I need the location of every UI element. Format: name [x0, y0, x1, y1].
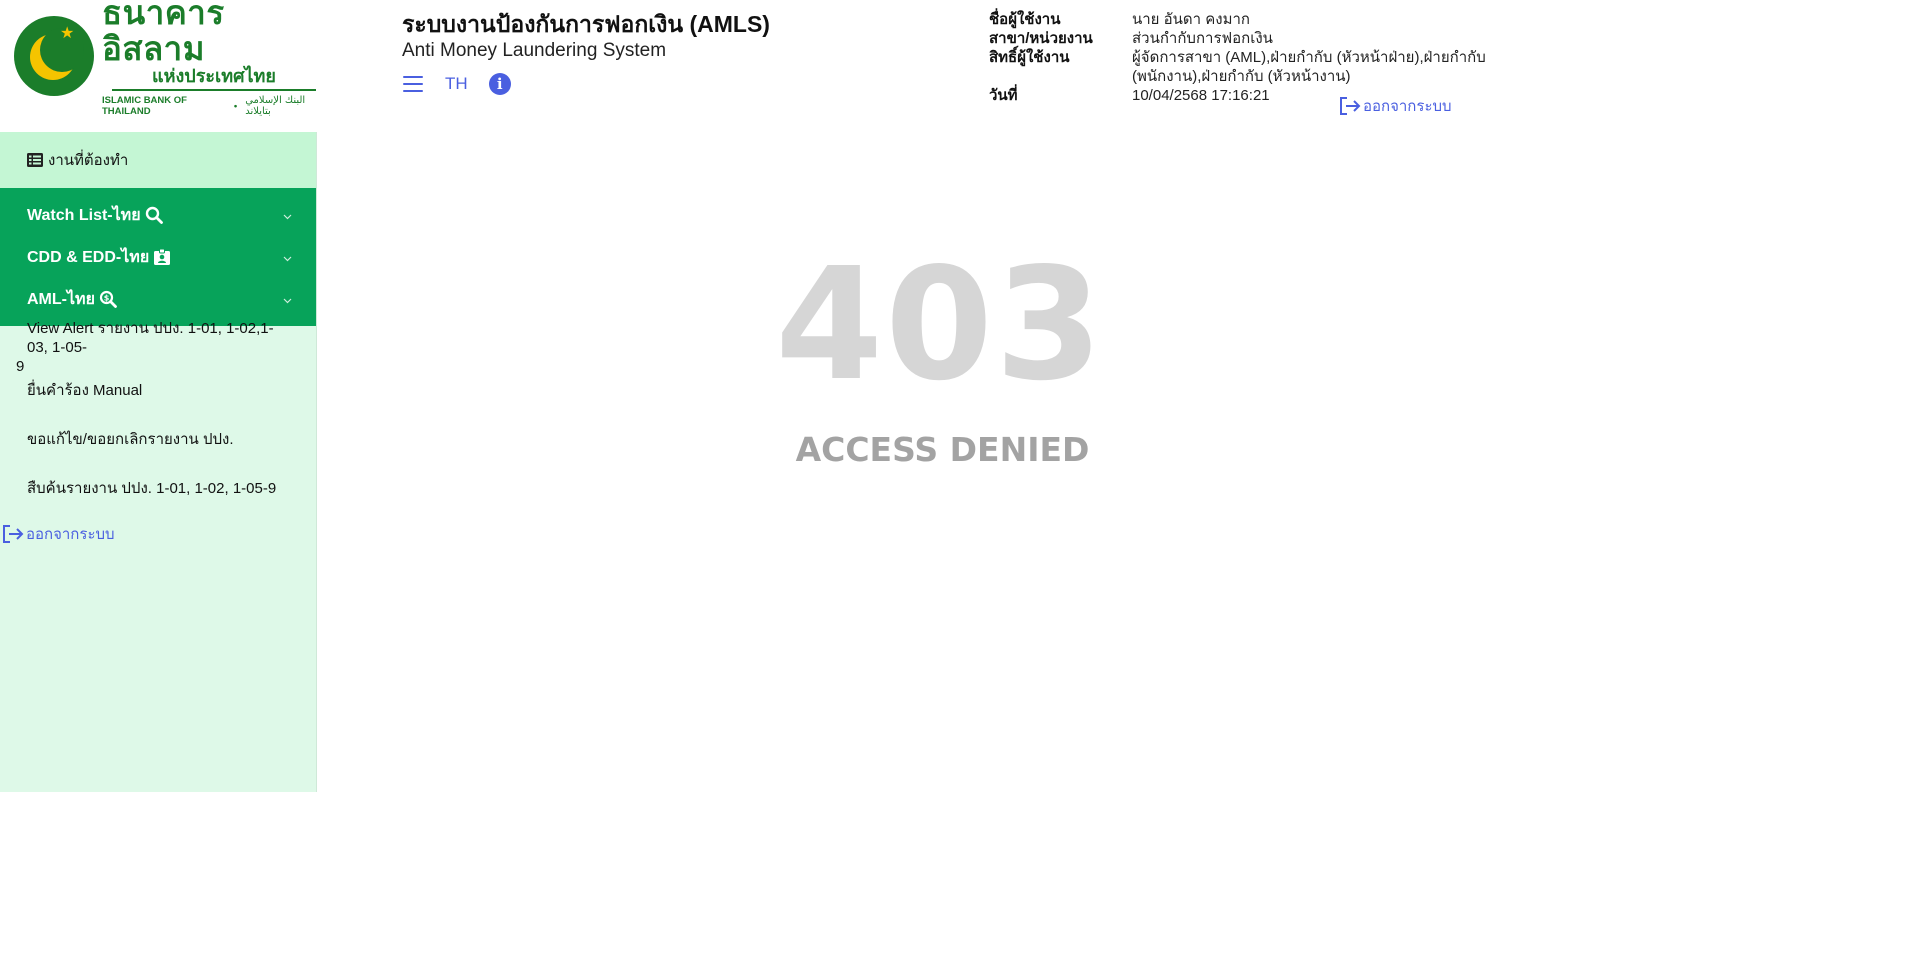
logo-wordmark: ธนาคารอิสลาม แห่งประเทศไทย ISLAMIC BANK … — [102, 0, 326, 117]
logo-thai-line1: ธนาคารอิสลาม — [102, 0, 225, 68]
date-label: วันที่ — [989, 87, 1018, 104]
chevron-down-icon — [283, 298, 292, 304]
search-dollar-icon: $ — [99, 290, 117, 308]
crescent-logo-icon: ★ — [14, 16, 94, 96]
sidebar-subitem-search-report[interactable]: สืบค้นรายงาน ปปง. 1-01, 1-02, 1-05-9 — [0, 476, 292, 500]
id-badge-icon — [154, 248, 171, 265]
logout-label: ออกจากระบบ — [1363, 98, 1452, 115]
page-title: ระบบงานป้องกันการฟอกเงิน (AMLS) — [402, 11, 770, 37]
logo-thai-line2: แห่งประเทศไทย — [112, 67, 316, 91]
chevron-down-icon — [283, 214, 292, 220]
sidebar-subitem-view-alert[interactable]: View Alert รายงาน ปปง. 1-01, 1-02,1-03, … — [0, 319, 310, 376]
branch-value: ส่วนกำกับการฟอกเงิน — [1132, 30, 1273, 47]
sidebar-item-todo[interactable]: งานที่ต้องทำ — [0, 132, 316, 188]
sidebar-item-todo-label: งานที่ต้องทำ — [48, 152, 129, 169]
sidebar-subitem-manual-request[interactable]: ยื่นคำร้อง Manual — [0, 378, 158, 402]
logout-link-sidebar[interactable]: ออกจากระบบ — [2, 522, 115, 546]
logout-link-header[interactable]: ออกจากระบบ — [1339, 94, 1452, 118]
sidebar-item-label: AML-ไทย — [27, 290, 95, 308]
sidebar-menu-group: Watch List-ไทย CDD & EDD-ไทย AML-ไทย $ — [0, 188, 316, 326]
logout-icon — [1340, 97, 1361, 115]
branch-label: สาขา/หน่วยงาน — [989, 30, 1093, 47]
system-header: ระบบงานป้องกันการฟอกเงิน (AMLS) Anti Mon… — [402, 10, 770, 97]
username-value: นาย อันดา คงมาก — [1132, 11, 1250, 28]
sidebar-subitem-label-line1: View Alert รายงาน ปปง. 1-01, 1-02,1-03, … — [27, 320, 274, 356]
logo-arabic: البنك الإسلامي بتايلاند — [245, 95, 306, 117]
sidebar-item-watch-list[interactable]: Watch List-ไทย — [0, 194, 316, 236]
error-message: ACCESS DENIED — [795, 430, 1090, 469]
sidebar-item-label: Watch List-ไทย — [27, 206, 141, 224]
info-icon[interactable]: i — [488, 73, 511, 95]
bank-logo: ★ ธนาคารอิสลาม แห่งประเทศไทย ISLAMIC BAN… — [14, 0, 326, 117]
error-code: 403 — [775, 234, 1105, 415]
logout-icon — [3, 525, 24, 543]
list-icon — [27, 153, 43, 167]
language-toggle[interactable]: TH — [445, 74, 468, 94]
chevron-down-icon — [283, 256, 292, 262]
sidebar-subitem-label-line2: 9 — [16, 358, 25, 375]
sidebar: งานที่ต้องทำ Watch List-ไทย CDD & EDD-ไท… — [0, 132, 317, 792]
logout-label: ออกจากระบบ — [26, 526, 115, 543]
svg-text:$: $ — [104, 293, 110, 302]
sidebar-subitem-edit-cancel-report[interactable]: ขอแก้ไข/ขอยกเลิกรายงาน ปปง. — [0, 427, 249, 451]
logo-english: ISLAMIC BANK OF THAILAND — [102, 95, 187, 117]
page-subtitle: Anti Money Laundering System — [402, 40, 667, 61]
header-toolbar: TH i — [402, 71, 770, 97]
sidebar-item-aml[interactable]: AML-ไทย $ — [0, 278, 316, 320]
sidebar-item-label: CDD & EDD-ไทย — [27, 248, 150, 266]
rights-value: ผู้จัดการสาขา (AML),ฝ่ายกำกับ (หัวหน้าฝ่… — [1132, 49, 1486, 85]
sidebar-item-cdd-edd[interactable]: CDD & EDD-ไทย — [0, 236, 316, 278]
username-label: ชื่อผู้ใช้งาน — [989, 11, 1061, 28]
hamburger-icon[interactable] — [403, 76, 423, 92]
rights-label: สิทธิ์ผู้ใช้งาน — [989, 49, 1070, 66]
search-icon — [145, 206, 163, 224]
user-info-panel: ชื่อผู้ใช้งาน นาย อันดา คงมาก สาขา/หน่วย… — [989, 10, 1549, 105]
